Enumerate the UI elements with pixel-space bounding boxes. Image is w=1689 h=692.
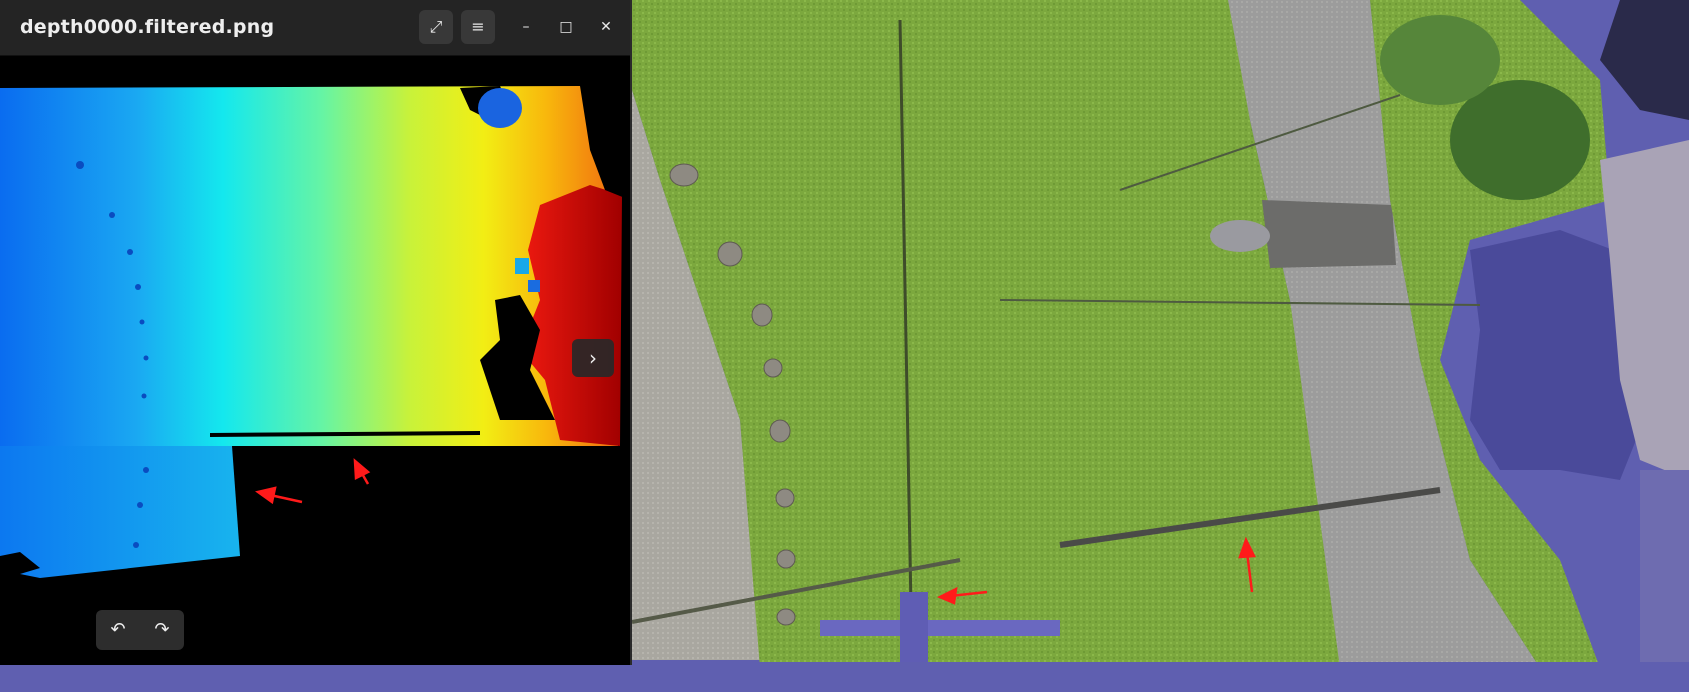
fullscreen-button[interactable]: ⤢	[419, 10, 453, 44]
rotate-right-icon: ↷	[154, 619, 170, 640]
minimize-icon: –	[522, 19, 530, 35]
window-title: depth0000.filtered.png	[20, 16, 275, 38]
close-icon: ✕	[600, 19, 612, 35]
title-bar: depth0000.filtered.png ⤢ ≡ – □ ✕	[0, 0, 630, 56]
maximize-icon: □	[559, 19, 573, 35]
rotate-controls: ↶ ↷	[96, 610, 184, 650]
rotate-left-button[interactable]: ↶	[96, 610, 140, 650]
close-button[interactable]: ✕	[594, 15, 618, 39]
hamburger-menu-icon: ≡	[471, 17, 485, 36]
chevron-right-icon: ›	[589, 346, 597, 370]
depth-map-image	[0, 86, 630, 580]
image-canvas[interactable]: › ↶ ↷	[0, 56, 630, 665]
minimize-button[interactable]: –	[514, 15, 538, 39]
point-cloud-view[interactable]	[632, 0, 1689, 692]
menu-button[interactable]: ≡	[461, 10, 495, 44]
point-cloud-render	[632, 0, 1689, 692]
image-viewer-window: depth0000.filtered.png ⤢ ≡ – □ ✕ › ↶ ↷	[0, 0, 632, 665]
fullscreen-icon: ⤢	[429, 17, 443, 36]
rotate-right-button[interactable]: ↷	[140, 610, 184, 650]
maximize-button[interactable]: □	[554, 15, 578, 39]
rotate-left-icon: ↶	[110, 619, 126, 640]
next-image-button[interactable]: ›	[572, 339, 614, 377]
